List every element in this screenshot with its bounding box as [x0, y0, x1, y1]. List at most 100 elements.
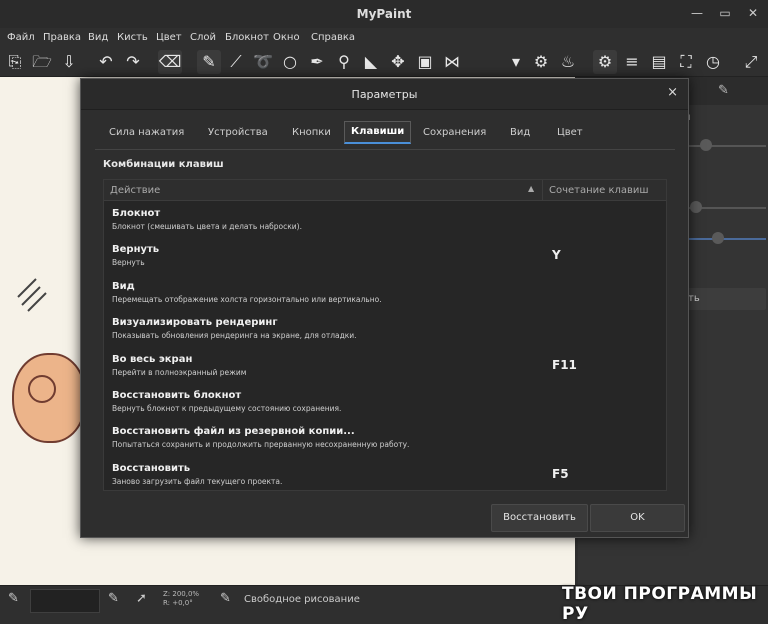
brush-settings-icon[interactable]: ⚙ — [529, 50, 553, 74]
dialog-titlebar: Параметры × — [81, 79, 688, 110]
table-row[interactable]: Визуализировать рендеринг Показывать обн… — [104, 313, 666, 349]
redo-icon[interactable]: ↷ — [121, 50, 145, 74]
action-name: Восстановить — [112, 463, 191, 474]
drawing-mode: Свободное рисование — [244, 594, 360, 605]
zoom-readout: Z: 200,0% R: +0,0° — [163, 590, 199, 608]
panel-slider-2[interactable] — [682, 201, 766, 213]
ellipse-icon[interactable]: ○ — [278, 50, 302, 74]
pen-icon: ✎ — [220, 591, 231, 606]
action-name: Блокнот — [112, 208, 161, 219]
table-row[interactable]: Восстановить блокнот Вернуть блокнот к п… — [104, 386, 666, 422]
slider-knob[interactable] — [690, 201, 702, 213]
open-file-icon[interactable]: 🗁 — [30, 50, 54, 74]
tab-keys[interactable]: Клавиши — [344, 121, 412, 144]
table-row[interactable]: Во весь экран Перейти в полноэкранный ре… — [104, 350, 666, 386]
frame-icon[interactable]: ▣ — [413, 50, 437, 74]
shortcut-key[interactable]: F11 — [552, 358, 577, 372]
table-row[interactable]: Восстановить файл из резервной копии... … — [104, 422, 666, 458]
fill-icon[interactable]: ◣ — [359, 50, 383, 74]
color-swatch[interactable] — [30, 589, 100, 613]
edit-icon[interactable]: ✎ — [108, 591, 119, 606]
table-row[interactable]: Вид Перемещать отображение холста горизо… — [104, 277, 666, 313]
slider-knob[interactable] — [700, 139, 712, 151]
action-name: Восстановить файл из резервной копии... — [112, 426, 355, 437]
revert-button[interactable]: Восстановить — [491, 504, 588, 532]
column-action[interactable]: Действие — [110, 185, 160, 196]
sketch-character — [12, 353, 86, 443]
menu-file[interactable]: Файл — [7, 32, 35, 43]
table-row[interactable]: Восстановить Заново загрузить файл текущ… — [104, 459, 666, 490]
move-icon[interactable]: ✥ — [386, 50, 410, 74]
inking-icon[interactable]: ⟋ — [224, 50, 248, 74]
zoom-level: Z: 200,0% — [163, 590, 200, 598]
close-icon[interactable]: × — [667, 85, 678, 100]
column-shortcut[interactable]: Сочетание клавиш — [549, 185, 649, 196]
tab-saving[interactable]: Сохранения — [423, 127, 486, 138]
action-desc: Вернуть — [112, 258, 145, 267]
preferences-dialog: Параметры × Сила нажатия Устройства Кноп… — [80, 78, 689, 538]
action-name: Вернуть — [112, 244, 160, 255]
action-desc: Попытаться сохранить и продолжить прерва… — [112, 440, 410, 449]
menu-edit[interactable]: Правка — [43, 32, 81, 43]
action-desc: Блокнот (смешивать цвета и делать наброс… — [112, 222, 302, 231]
main-toolbar: ⎘ 🗁 ⇩ ↶ ↷ ⌫ ✎ ⟋ ➰ ○ ✒ ⚲ ◣ ✥ ▣ ⋈ ▾ ⚙ ♨ ⚙ … — [0, 48, 768, 77]
save-icon[interactable]: ⇩ — [57, 50, 81, 74]
settings-gear-icon[interactable]: ⚙ — [593, 50, 617, 74]
action-desc: Вернуть блокнот к предыдущему состоянию … — [112, 404, 342, 413]
menu-help[interactable]: Справка — [311, 32, 355, 43]
panel-slider-3[interactable] — [682, 232, 766, 244]
lasso-icon[interactable]: ➰ — [251, 50, 275, 74]
scratchpad-icon[interactable]: ▤ — [647, 50, 671, 74]
tab-devices[interactable]: Устройства — [208, 127, 268, 138]
shortcut-key[interactable]: F5 — [552, 467, 569, 481]
slider-knob[interactable] — [712, 232, 724, 244]
symmetry-icon[interactable]: ⋈ — [440, 50, 464, 74]
undo-icon[interactable]: ↶ — [94, 50, 118, 74]
rotation-level: R: +0,0° — [163, 599, 193, 607]
history-icon[interactable]: ◷ — [701, 50, 725, 74]
shortcut-key[interactable]: Y — [552, 248, 561, 262]
close-icon[interactable]: ✕ — [744, 4, 762, 22]
cursor-icon[interactable]: ➚ — [136, 591, 147, 606]
watermark: ТВОИ ПРОГРАММЫ РУ — [562, 584, 758, 624]
menu-scratchpad[interactable]: Блокнот — [225, 32, 269, 43]
tab-color[interactable]: Цвет — [557, 127, 583, 138]
tab-pressure[interactable]: Сила нажатия — [109, 127, 184, 138]
action-desc: Перемещать отображение холста горизонтал… — [112, 295, 382, 304]
dialog-title: Параметры — [351, 88, 418, 101]
brush-icon[interactable]: ✎ — [197, 50, 221, 74]
table-row[interactable]: Блокнот Блокнот (смешивать цвета и делат… — [104, 204, 666, 240]
layers-icon[interactable]: ≡ — [620, 50, 644, 74]
minimize-icon[interactable]: — — [688, 4, 706, 22]
fullscreen-icon[interactable]: ⛶ — [674, 50, 698, 74]
color-icon[interactable]: ♨ — [556, 50, 580, 74]
menu-view[interactable]: Вид — [88, 32, 108, 43]
table-row[interactable]: Вернуть Вернуть Y — [104, 240, 666, 276]
tab-view[interactable]: Вид — [510, 127, 530, 138]
dialog-tabs: Сила нажатия Устройства Кнопки Клавиши С… — [95, 119, 675, 150]
app-title: MyPaint — [356, 7, 412, 21]
menu-color[interactable]: Цвет — [156, 32, 182, 43]
pin-icon[interactable]: ✎ — [718, 83, 729, 98]
ok-button[interactable]: OK — [590, 504, 685, 532]
spiral-mark — [28, 375, 56, 403]
action-desc: Перейти в полноэкранный режим — [112, 368, 247, 377]
expand-icon[interactable]: ⤢ — [739, 50, 763, 74]
brush-icon[interactable]: ✎ — [8, 591, 19, 606]
menu-brush[interactable]: Кисть — [117, 32, 148, 43]
eraser-icon[interactable]: ⌫ — [158, 50, 182, 74]
maximize-icon[interactable]: ▭ — [716, 4, 734, 22]
panel-slider-1[interactable] — [682, 139, 766, 151]
sort-arrow-icon[interactable]: ▲ — [528, 184, 534, 193]
action-name: Визуализировать рендеринг — [112, 317, 278, 328]
action-desc: Показывать обновления рендеринга на экра… — [112, 331, 357, 340]
tab-buttons[interactable]: Кнопки — [292, 127, 331, 138]
menu-window[interactable]: Окно — [273, 32, 300, 43]
action-name: Вид — [112, 281, 135, 292]
menu-layer[interactable]: Слой — [190, 32, 216, 43]
new-file-icon[interactable]: ⎘ — [3, 50, 27, 74]
color-picker-icon[interactable]: ⚲ — [332, 50, 356, 74]
panel-button[interactable]: ть — [682, 288, 766, 310]
freehand-pen-icon[interactable]: ✒ — [305, 50, 329, 74]
dropdown-icon[interactable]: ▾ — [504, 50, 528, 74]
